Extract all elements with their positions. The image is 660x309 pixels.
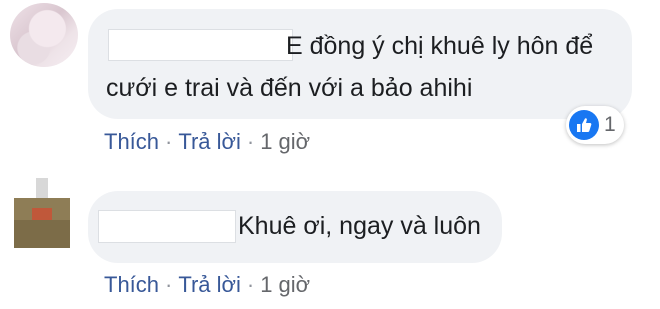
separator: · xyxy=(246,129,255,154)
comment-bubble: Khuê ơi, ngay và luôn xyxy=(88,191,502,263)
like-link[interactable]: Thích xyxy=(104,272,159,297)
comment-actions: Thích · Trả lời · 1 giờ xyxy=(104,270,310,300)
separator: · xyxy=(165,272,173,297)
thumbs-up-icon xyxy=(569,110,599,140)
comment-actions: Thích · Trả lời · 1 giờ xyxy=(104,127,310,157)
separator: · xyxy=(165,129,173,154)
timestamp[interactable]: 1 giờ xyxy=(260,129,310,154)
redacted-author-name xyxy=(98,210,236,243)
timestamp[interactable]: 1 giờ xyxy=(260,272,310,297)
comment-text-line-1: E đồng ý chị khuê ly hôn để xyxy=(286,32,594,60)
comment-text-line-2: cưới e trai và đến với a bảo ahihi xyxy=(106,74,473,102)
separator: · xyxy=(246,272,255,297)
reply-link[interactable]: Trả lời xyxy=(178,272,241,297)
reaction-summary[interactable]: 1 xyxy=(566,106,624,144)
reaction-count: 1 xyxy=(604,113,616,136)
comment-text: Khuê ơi, ngay và luôn xyxy=(238,212,481,240)
reply-link[interactable]: Trả lời xyxy=(178,129,241,154)
avatar[interactable] xyxy=(10,3,78,67)
comment-bubble: E đồng ý chị khuê ly hôn để cưới e trai … xyxy=(88,9,632,119)
redacted-author-name xyxy=(108,29,293,61)
like-link[interactable]: Thích xyxy=(104,129,159,154)
avatar[interactable] xyxy=(14,178,70,248)
